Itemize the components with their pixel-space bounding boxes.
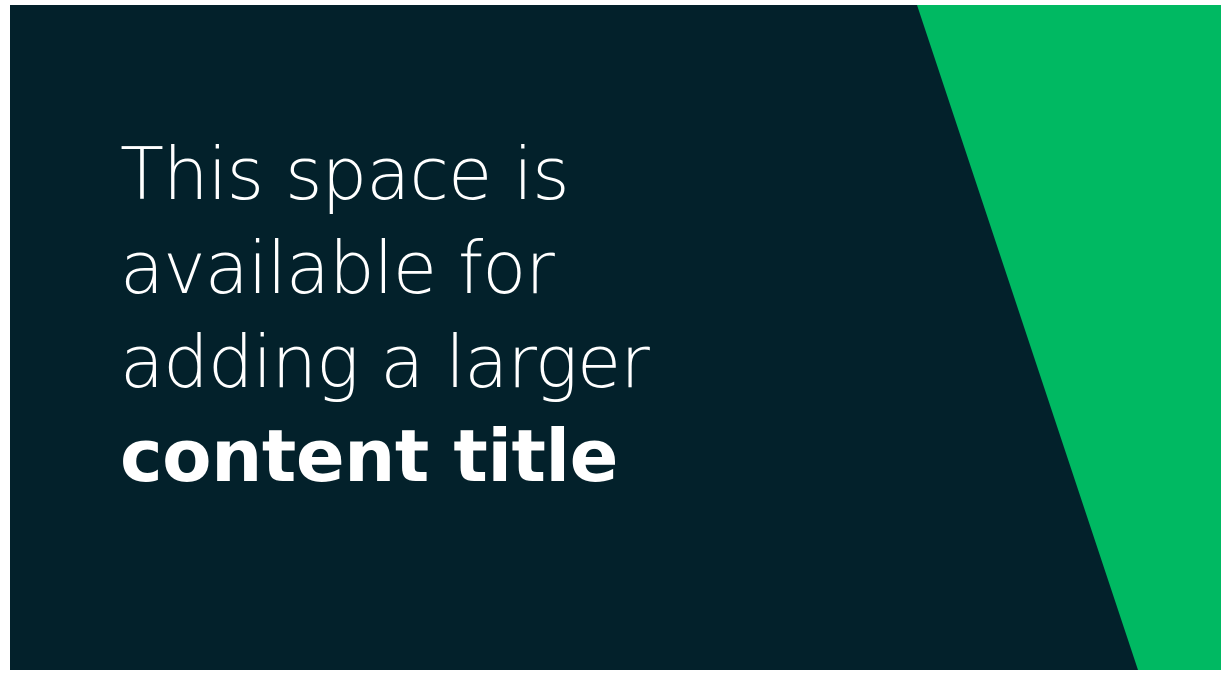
title-line-4-bold: content title: [120, 414, 618, 498]
title-line-1: This space is: [120, 132, 570, 216]
title-line-3: adding a larger: [120, 320, 650, 404]
slide: This space is available for adding a lar…: [0, 0, 1221, 680]
title-panel: This space is available for adding a lar…: [10, 5, 1221, 670]
title-line-2: available for: [120, 226, 555, 310]
content-title: This space is available for adding a lar…: [120, 127, 650, 503]
